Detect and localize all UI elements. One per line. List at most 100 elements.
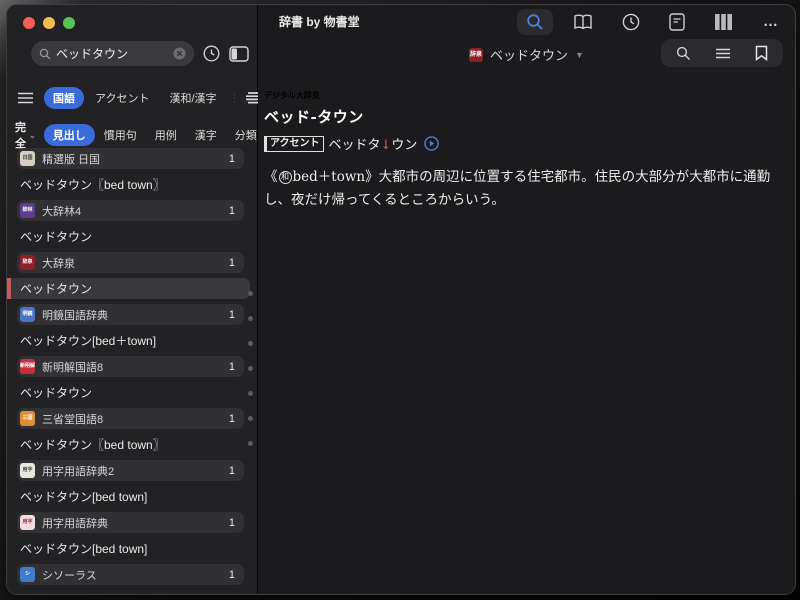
menu-icon[interactable]: [17, 92, 34, 104]
dictionary-header-row[interactable]: 新明解 新明解国語8 1: [17, 356, 244, 377]
library-icon[interactable]: [714, 13, 734, 31]
dictionary-icon: 辞泉: [20, 255, 35, 270]
result-count-badge: 1: [229, 569, 235, 581]
entry-text: ベッドタウン[bed＋town]: [20, 332, 156, 349]
close-window-button[interactable]: [23, 17, 35, 29]
chevron-down-icon: ▼: [575, 50, 584, 60]
search-result-row[interactable]: ベッドタウン〖bed town〗: [7, 174, 257, 195]
dictionary-banner: デジタル大辞泉: [258, 90, 795, 101]
filter-kanyoku[interactable]: 慣用句: [95, 124, 146, 146]
sidebar-toggle-icon[interactable]: [229, 46, 249, 62]
search-icon: [39, 48, 51, 60]
tab-kanwa-kanji[interactable]: 漢和/漢字: [160, 87, 225, 109]
dictionary-icon: 明鏡: [20, 307, 35, 322]
chevron-down-icon: ⌄: [29, 131, 36, 140]
search-result-row[interactable]: ベッドタウン[bed town]: [7, 486, 257, 507]
scroll-dot[interactable]: [248, 391, 253, 396]
pronunciation-play-button[interactable]: [424, 136, 439, 151]
search-result-row[interactable]: ベッドタウン: [7, 382, 257, 403]
result-count-badge: 1: [229, 361, 235, 373]
selector-label: ベッドタウン: [490, 45, 568, 64]
divider-dots: ⋮: [230, 93, 240, 104]
dictionary-name: 用字用語辞典: [42, 515, 229, 531]
dictionary-mini-icon: 辞泉: [469, 48, 483, 62]
window-controls: [23, 17, 75, 29]
search-result-row[interactable]: ベッドタウン: [7, 278, 250, 299]
search-result-row[interactable]: ベッドタウン[bed＋town]: [7, 330, 257, 351]
scroll-dot[interactable]: [248, 316, 253, 321]
filter-yourei[interactable]: 用例: [146, 124, 186, 146]
entry-text: ベッドタウン〖bed town〗: [20, 176, 165, 193]
scroll-dot[interactable]: [248, 341, 253, 346]
book-icon[interactable]: [573, 14, 593, 30]
result-count-badge: 1: [229, 205, 235, 217]
dictionary-icon: 日国: [20, 151, 35, 166]
sidebar: ベッドタウン 国語 アクセント 漢和/漢字 ⋮: [7, 5, 258, 594]
dictionary-name: 大辞泉: [42, 255, 229, 271]
dictionary-name: 三省堂国語8: [42, 411, 229, 427]
entry-text: ベッドタウン: [20, 280, 92, 297]
clear-search-icon[interactable]: [173, 47, 186, 60]
filter-kanji[interactable]: 漢字: [186, 124, 226, 146]
dictionary-header-row[interactable]: 明鏡 明鏡国語辞典 1: [17, 304, 244, 325]
find-in-page-icon[interactable]: [676, 46, 691, 61]
list-icon[interactable]: [715, 48, 731, 59]
search-result-row[interactable]: ベッドタウン〖bed town〗: [7, 434, 257, 455]
dictionary-name: 精選版 日国: [42, 151, 229, 167]
accent-label: アクセント: [264, 136, 324, 152]
search-mode-button[interactable]: [517, 9, 553, 35]
scroll-dot[interactable]: [248, 291, 253, 296]
minimize-window-button[interactable]: [43, 17, 55, 29]
results-list: 日国 精選版 日国 1 ベッドタウン〖bed town〗 辞林 大辞林4 1 ベ…: [7, 145, 257, 594]
entry-text: ベッドタウン〖bed town〗: [20, 436, 165, 453]
result-count-badge: 1: [229, 309, 235, 321]
dictionary-header-row[interactable]: 用字 用字用語辞典2 1: [17, 460, 244, 481]
search-result-row[interactable]: ベッドタウン: [7, 226, 257, 247]
result-count-badge: 1: [229, 517, 235, 529]
entry-text: ベッドタウン[bed town]: [20, 540, 147, 557]
dictionary-name: 大辞林4: [42, 203, 229, 219]
scroll-dot[interactable]: [248, 416, 253, 421]
entry-text: ベッドタウン[bed town]: [20, 488, 147, 505]
filter-midashi[interactable]: 見出し: [44, 124, 95, 146]
definition-text: 《和bed＋town》大都市の周辺に位置する住宅都市。住民の大部分が大都市に通勤…: [264, 166, 781, 212]
dictionary-icon: シ: [20, 567, 35, 582]
dictionary-header-row[interactable]: 辞泉 大辞泉 1: [17, 252, 244, 273]
wago-mark: 和: [279, 171, 292, 184]
dictionary-icon: 辞林: [20, 203, 35, 218]
dictionary-header-row[interactable]: 辞林 大辞林4 1: [17, 200, 244, 221]
more-icon[interactable]: …: [763, 13, 779, 30]
search-result-row[interactable]: ベッドタウン[bed town]: [7, 538, 257, 559]
window-title: 辞書 by 物書堂: [279, 13, 360, 30]
main-panel: 辞書 by 物書堂 …: [258, 5, 795, 594]
search-input[interactable]: ベッドタウン: [31, 41, 194, 66]
dictionary-header-row[interactable]: シ シソーラス 1: [17, 564, 244, 585]
dictionary-icon: 用字: [20, 515, 35, 530]
dictionary-name: 用字用語辞典2: [42, 463, 229, 479]
dictionary-header-row[interactable]: 用字 用字用語辞典 1: [17, 512, 244, 533]
tab-kokugo[interactable]: 国語: [44, 87, 84, 109]
tab-accent[interactable]: アクセント: [86, 87, 158, 109]
notes-icon[interactable]: [669, 13, 685, 31]
search-query-text: ベッドタウン: [56, 45, 168, 62]
scroll-dot[interactable]: [248, 441, 253, 446]
entry-text: ベッド・タウン（ベッドタウン）: [20, 592, 200, 594]
pitch-accent-arrow: ↓: [381, 138, 392, 153]
history-icon[interactable]: [622, 13, 640, 31]
entry-content: ベッド-タウン アクセント ベッドタ↓ウン 《和bed＋town》大都市の周辺に…: [264, 101, 781, 212]
dictionary-header-row[interactable]: 三国 三省堂国語8 1: [17, 408, 244, 429]
bookmark-icon[interactable]: [755, 45, 768, 61]
result-count-badge: 1: [229, 465, 235, 477]
entry-text: ベッドタウン: [20, 384, 92, 401]
headword: ベッド-タウン: [264, 106, 781, 127]
dictionary-header-row[interactable]: 日国 精選版 日国 1: [17, 148, 244, 169]
scroll-dot[interactable]: [248, 366, 253, 371]
scroll-indicator[interactable]: [248, 291, 253, 446]
history-icon[interactable]: [203, 45, 220, 62]
dictionary-app-window: ベッドタウン 国語 アクセント 漢和/漢字 ⋮: [6, 4, 796, 595]
result-count-badge: 1: [229, 413, 235, 425]
zoom-window-button[interactable]: [63, 17, 75, 29]
search-result-row[interactable]: ベッド・タウン（ベッドタウン）: [7, 590, 257, 594]
dictionary-icon: 三国: [20, 411, 35, 426]
dictionary-name: シソーラス: [42, 567, 229, 583]
